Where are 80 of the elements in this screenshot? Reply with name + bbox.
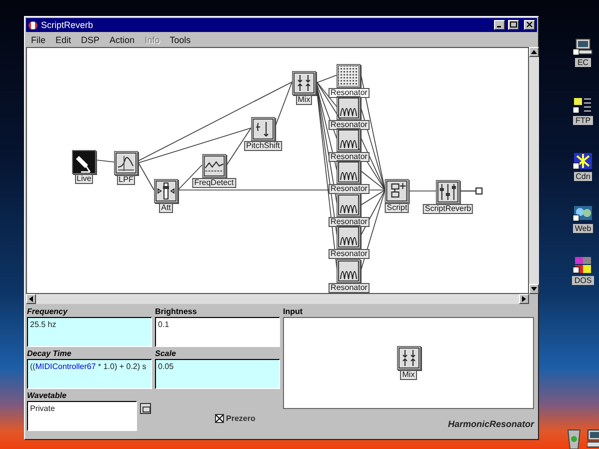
maximize-icon <box>509 21 518 29</box>
node-label: Att <box>159 203 173 213</box>
input-field[interactable]: 0.1 <box>155 317 280 347</box>
menu-item[interactable]: Action <box>110 35 135 45</box>
node-label: Script <box>384 203 410 213</box>
resonance-peaks-icon[interactable] <box>337 259 361 283</box>
node-label: Resonator <box>328 249 370 259</box>
waveform-icon[interactable] <box>202 154 226 178</box>
node-label: Resonator <box>328 120 370 130</box>
input-field[interactable]: 25.5 hz <box>27 317 152 347</box>
input-field[interactable]: 0.05 <box>155 359 280 389</box>
app-icon <box>28 20 38 30</box>
scroll-down-icon[interactable] <box>529 284 539 294</box>
connection-line <box>408 190 436 192</box>
minimize-button[interactable] <box>494 20 505 30</box>
scroll-left-icon[interactable] <box>26 294 36 304</box>
connection-line <box>96 160 114 162</box>
node-label: FreqDetect <box>192 178 236 188</box>
close-button[interactable] <box>524 20 535 30</box>
node-label: LPF <box>116 175 136 185</box>
selected-node-icon[interactable] <box>337 64 361 88</box>
node-label: Resonator <box>328 217 370 227</box>
desktop-icon-label[interactable]: Cdn <box>574 172 592 181</box>
script-blocks-icon[interactable] <box>385 179 409 203</box>
menu-item[interactable]: File <box>31 35 46 45</box>
scrollbar[interactable] <box>529 47 539 294</box>
web-shortcut-icon[interactable] <box>573 204 593 222</box>
menu-item[interactable]: Tools <box>170 35 191 45</box>
menu-item[interactable]: DSP <box>81 35 100 45</box>
checkbox[interactable] <box>215 414 224 422</box>
computer-icon[interactable] <box>587 428 599 449</box>
scroll-up-icon[interactable] <box>529 47 539 57</box>
node-label: Mix <box>400 370 417 380</box>
node-label: ScriptReverb <box>422 204 474 214</box>
node-label: Resonator <box>328 283 370 293</box>
field-label: Wavetable <box>27 391 68 401</box>
mixer-arrows-icon[interactable] <box>292 71 316 95</box>
slider-bank-icon[interactable] <box>436 180 460 204</box>
pitch-arrow-icon[interactable] <box>251 117 275 141</box>
app-shortcut-icon[interactable] <box>573 152 593 170</box>
window-title: ScriptReverb <box>41 20 94 30</box>
checkbox-label: Prezero <box>226 414 256 422</box>
computer-shortcut-icon[interactable] <box>573 38 593 56</box>
resonance-peaks-icon[interactable] <box>337 193 361 217</box>
close-icon <box>525 21 534 29</box>
node-label: Resonator <box>328 88 370 98</box>
field-label: Decay Time <box>27 349 72 359</box>
fader-icon[interactable] <box>154 179 178 203</box>
field-label: Brightness <box>155 307 198 317</box>
field-label: Scale <box>155 349 177 359</box>
resonance-peaks-icon[interactable] <box>337 96 361 120</box>
field-label: Frequency <box>27 307 69 317</box>
mixer-arrows-icon[interactable] <box>396 346 420 370</box>
desktop-icon-label[interactable]: DOS <box>572 276 594 285</box>
output-jack-icon <box>460 188 482 194</box>
resonance-peaks-icon[interactable] <box>337 160 361 184</box>
panel-label: Input <box>283 307 304 317</box>
desktop-icon-label[interactable]: Web <box>572 224 594 233</box>
dos-shortcut-icon[interactable] <box>573 256 593 274</box>
filter-curve-icon[interactable] <box>114 151 138 175</box>
desktop-icon-label[interactable]: EC <box>575 58 591 67</box>
node-label: Live <box>74 174 94 184</box>
microphone-icon[interactable] <box>72 150 96 174</box>
browse-icon[interactable] <box>140 403 151 414</box>
input-field[interactable]: Private <box>27 401 137 431</box>
module-name: HarmonicResonator <box>448 419 534 431</box>
node-label: Resonator <box>328 184 370 194</box>
resonance-peaks-icon[interactable] <box>337 225 361 249</box>
node-label: Resonator <box>328 152 370 162</box>
node-label: PitchShift <box>244 141 282 151</box>
menu-item[interactable]: Edit <box>56 35 72 45</box>
recycle-bin-icon[interactable] <box>566 428 582 449</box>
scroll-right-icon[interactable] <box>519 294 529 304</box>
maximize-button[interactable] <box>508 20 519 30</box>
folder-shortcut-icon[interactable] <box>573 96 593 114</box>
node-label: Mix <box>296 95 312 105</box>
input-field[interactable]: ((MIDIController67 * 1.0) + 0.2) s <box>27 359 152 389</box>
resonance-peaks-icon[interactable] <box>337 128 361 152</box>
desktop-icon-label[interactable]: FTP <box>573 116 593 125</box>
scrollbar[interactable] <box>26 294 529 304</box>
